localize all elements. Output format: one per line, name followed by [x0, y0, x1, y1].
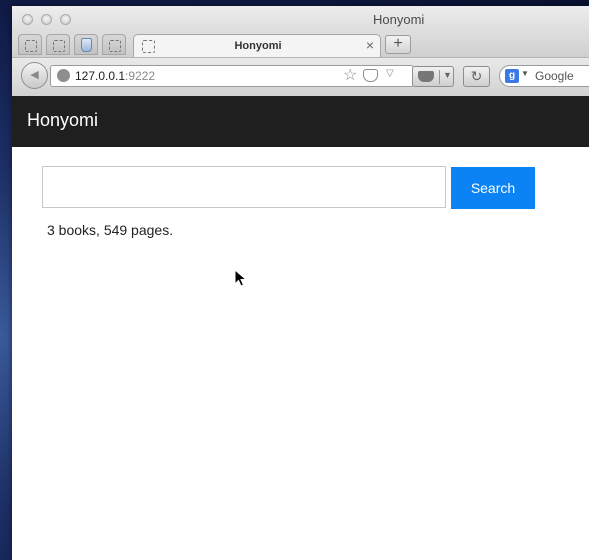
- pocket-icon[interactable]: [363, 69, 378, 82]
- google-icon: g: [505, 69, 519, 83]
- browser-window: Honyomi Honyomi × + ◀ 127.0.0.1:9222 ☆ ▽…: [12, 6, 589, 560]
- chevron-down-icon[interactable]: ▼: [443, 70, 452, 80]
- app-header: Honyomi: [12, 96, 589, 147]
- pocket-icon: [418, 71, 434, 82]
- url-dropdown-icon[interactable]: ▽: [386, 68, 394, 79]
- browser-search-box[interactable]: g ▼ Google: [499, 65, 589, 87]
- search-button[interactable]: Search: [451, 167, 535, 209]
- url-bar[interactable]: 127.0.0.1:9222 ☆ ▽: [50, 65, 414, 87]
- url-port: :9222: [125, 69, 156, 83]
- bookmark-star-icon[interactable]: ☆: [343, 67, 357, 85]
- url-host: 127.0.0.1: [75, 69, 126, 83]
- tab-title: Honyomi: [234, 40, 282, 52]
- app-title[interactable]: Honyomi: [27, 110, 98, 131]
- navigation-bar: ◀ 127.0.0.1:9222 ☆ ▽ ▼ ↻ g ▼ Google: [12, 58, 589, 97]
- tab-strip: Honyomi × +: [12, 33, 589, 58]
- new-tab-button[interactable]: +: [385, 35, 411, 54]
- chevron-down-icon[interactable]: ▼: [521, 69, 529, 78]
- search-engine-placeholder: Google: [535, 69, 574, 83]
- close-tab-icon[interactable]: ×: [366, 37, 374, 53]
- search-input[interactable]: [42, 166, 446, 208]
- mouse-pointer-icon: [234, 269, 248, 287]
- reload-button[interactable]: ↻: [463, 66, 490, 87]
- pocket-button[interactable]: ▼: [412, 66, 454, 87]
- minimize-window-button[interactable]: [41, 14, 52, 25]
- pinned-tab[interactable]: [74, 34, 98, 55]
- pinned-tab[interactable]: [46, 34, 70, 55]
- blank-page-icon: [109, 40, 121, 52]
- title-bar: Honyomi: [12, 6, 589, 33]
- url-text[interactable]: 127.0.0.1:9222: [75, 69, 155, 83]
- back-button[interactable]: ◀: [21, 62, 48, 89]
- window-title: Honyomi: [373, 12, 425, 27]
- globe-icon: [57, 69, 70, 82]
- blank-page-icon: [25, 40, 37, 52]
- divider: [439, 70, 440, 84]
- flask-icon: [81, 38, 92, 52]
- zoom-window-button[interactable]: [60, 14, 71, 25]
- blank-page-icon: [53, 40, 65, 52]
- close-window-button[interactable]: [22, 14, 33, 25]
- active-tab[interactable]: Honyomi ×: [133, 34, 381, 57]
- pinned-tab[interactable]: [102, 34, 126, 55]
- pinned-tab[interactable]: [18, 34, 42, 55]
- library-summary: 3 books, 549 pages.: [47, 222, 174, 238]
